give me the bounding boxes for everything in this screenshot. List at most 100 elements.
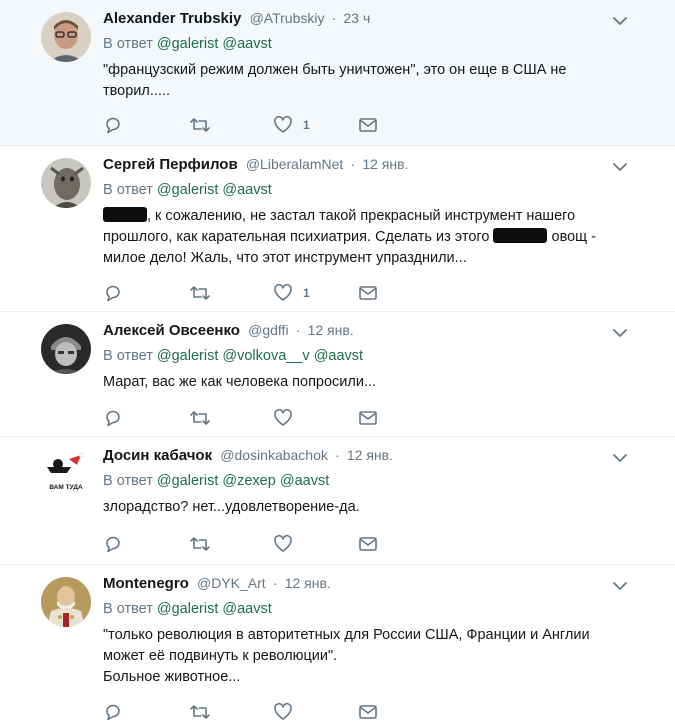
tweet-text-fragment: , к сожалению, не застал такой прекрасны…: [147, 208, 576, 224]
like-button[interactable]: [273, 407, 293, 429]
retweet-icon: [189, 115, 211, 135]
like-button[interactable]: [273, 533, 293, 555]
tweet[interactable]: Сергей Перфилов @LiberalamNet · 12 янв. …: [0, 146, 675, 312]
tweet[interactable]: ВАМ ТУДА Досин кабачок @dosinkabachok · …: [0, 437, 675, 565]
tweet-actions: 1: [103, 114, 403, 138]
tweet[interactable]: Alexander Trubskiy @ATrubskiy · 23 ч В о…: [0, 0, 675, 146]
avatar[interactable]: [41, 158, 91, 208]
retweet-button[interactable]: [189, 282, 211, 304]
tweet[interactable]: Montenegro @DYK_Art · 12 янв. В ответ @g…: [0, 565, 675, 723]
direct-message-icon: [358, 703, 378, 721]
tweet-text-fragment: прошлого, как карательная психиатрия. Сд…: [103, 229, 490, 245]
reply-context: В ответ @galerist @aavst: [103, 182, 272, 198]
reply-context: В ответ @galerist @aavst: [103, 36, 272, 52]
mention-link[interactable]: @galerist: [157, 36, 218, 52]
reply-icon: [103, 702, 123, 722]
separator-dot: ·: [331, 10, 337, 26]
mention-link[interactable]: @galerist: [157, 182, 218, 198]
avatar[interactable]: ВАМ ТУДА: [41, 449, 91, 499]
tweet-text-line: милое дело! Жаль, что этот инструмент уп…: [103, 250, 467, 266]
chevron-down-icon[interactable]: [611, 158, 629, 176]
retweet-button[interactable]: [189, 407, 211, 429]
retweet-icon: [189, 702, 211, 722]
reply-context: В ответ @galerist @volkova__v @aavst: [103, 348, 363, 364]
reply-button[interactable]: [103, 114, 123, 136]
tweet-text-line: творил.....: [103, 83, 171, 99]
direct-message-icon: [358, 535, 378, 553]
mention-link[interactable]: @aavst: [280, 473, 329, 489]
timestamp[interactable]: 23 ч: [343, 10, 370, 26]
tweet[interactable]: Алексей Овсеенко @gdffi · 12 янв. В отве…: [0, 312, 675, 437]
tweet-text: "французский режим должен быть уничтожен…: [103, 60, 603, 102]
mention-link[interactable]: @aavst: [222, 36, 271, 52]
timestamp[interactable]: 12 янв.: [362, 156, 408, 172]
reply-icon: [103, 408, 123, 428]
author-handle[interactable]: @LiberalamNet: [246, 156, 343, 172]
timestamp[interactable]: 12 янв.: [347, 447, 393, 463]
reply-button[interactable]: [103, 701, 123, 723]
author-name[interactable]: Алексей Овсеенко: [103, 322, 240, 339]
timestamp[interactable]: 12 янв.: [308, 322, 354, 338]
direct-message-button[interactable]: [358, 282, 378, 304]
mention-link[interactable]: @aavst: [222, 182, 271, 198]
tweet-header: Алексей Овсеенко @gdffi · 12 янв.: [103, 322, 354, 339]
tweet-text-line: Марат, вас же как человека попросили...: [103, 374, 377, 390]
like-button[interactable]: [273, 701, 293, 723]
direct-message-icon: [358, 409, 378, 427]
avatar[interactable]: [41, 324, 91, 374]
avatar[interactable]: [41, 577, 91, 627]
retweet-button[interactable]: [189, 114, 211, 136]
tweet-actions: [103, 533, 403, 557]
direct-message-button[interactable]: [358, 533, 378, 555]
direct-message-button[interactable]: [358, 114, 378, 136]
chevron-down-icon[interactable]: [611, 12, 629, 30]
reply-icon: [103, 283, 123, 303]
mention-link[interactable]: @galerist: [157, 601, 218, 617]
timestamp[interactable]: 12 янв.: [285, 575, 331, 591]
retweet-button[interactable]: [189, 533, 211, 555]
chevron-down-icon[interactable]: [611, 324, 629, 342]
author-handle[interactable]: @DYK_Art: [197, 575, 266, 591]
mention-link[interactable]: @aavst: [314, 348, 363, 364]
author-name[interactable]: Досин кабачок: [103, 447, 212, 464]
tweet-actions: 1: [103, 282, 403, 306]
tweet-text-line: может её подвинуть к революции".: [103, 648, 338, 664]
retweet-button[interactable]: [189, 701, 211, 723]
mention-link[interactable]: @aavst: [222, 601, 271, 617]
mention-link[interactable]: @zexep: [222, 473, 275, 489]
author-handle[interactable]: @ATrubskiy: [250, 10, 325, 26]
reply-button[interactable]: [103, 407, 123, 429]
separator-dot: ·: [350, 156, 356, 172]
author-name[interactable]: Alexander Trubskiy: [103, 10, 241, 27]
reply-prefix: В ответ: [103, 182, 153, 198]
tweet-text-line: злорадство? нет...удовлетворение-да.: [103, 499, 360, 515]
reply-button[interactable]: [103, 533, 123, 555]
tweet-header: Досин кабачок @dosinkabachok · 12 янв.: [103, 447, 393, 464]
mention-link[interactable]: @volkova__v: [222, 348, 309, 364]
direct-message-button[interactable]: [358, 701, 378, 723]
author-handle[interactable]: @gdffi: [248, 322, 288, 338]
author-handle[interactable]: @dosinkabachok: [220, 447, 328, 463]
redaction-mark: [103, 207, 147, 222]
direct-message-button[interactable]: [358, 407, 378, 429]
tweet-text-line: "французский режим должен быть уничтожен…: [103, 62, 567, 78]
like-button[interactable]: 1: [273, 114, 310, 136]
reply-prefix: В ответ: [103, 348, 153, 364]
chevron-down-icon[interactable]: [611, 577, 629, 595]
like-count: 1: [303, 118, 310, 132]
like-button[interactable]: 1: [273, 282, 310, 304]
tweet-header: Montenegro @DYK_Art · 12 янв.: [103, 575, 331, 592]
mention-link[interactable]: @galerist: [157, 348, 218, 364]
tweet-actions: [103, 407, 403, 431]
mention-link[interactable]: @galerist: [157, 473, 218, 489]
chevron-down-icon[interactable]: [611, 449, 629, 467]
tweet-header: Сергей Перфилов @LiberalamNet · 12 янв.: [103, 156, 408, 173]
author-name[interactable]: Сергей Перфилов: [103, 156, 238, 173]
author-name[interactable]: Montenegro: [103, 575, 189, 592]
tweet-text-fragment: овощ -: [547, 229, 596, 245]
avatar[interactable]: [41, 12, 91, 62]
reply-button[interactable]: [103, 282, 123, 304]
direct-message-icon: [358, 284, 378, 302]
tweet-text-line: прошлого, как карательная психиатрия. Сд…: [103, 227, 603, 248]
tweet-header: Alexander Trubskiy @ATrubskiy · 23 ч: [103, 10, 370, 27]
